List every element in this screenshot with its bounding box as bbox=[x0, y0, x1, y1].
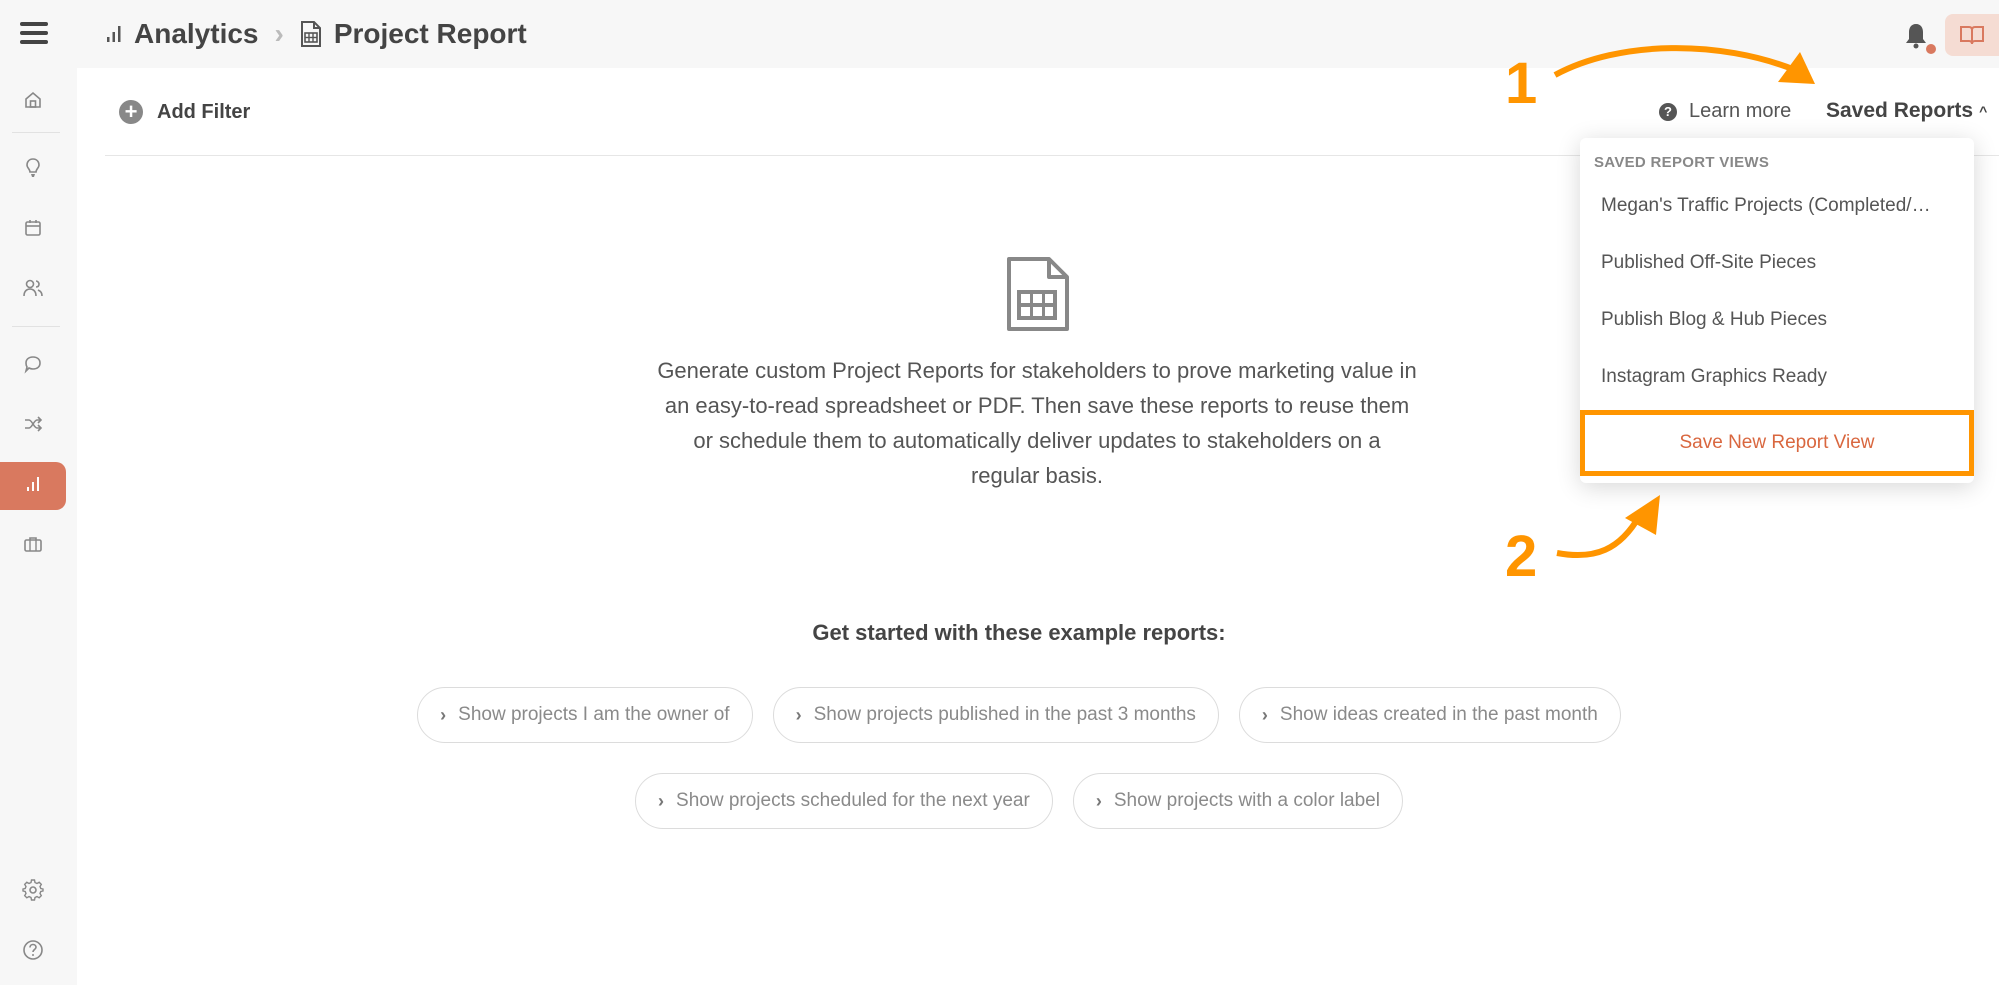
chevron-right-icon: › bbox=[795, 704, 802, 725]
home-icon bbox=[23, 90, 43, 115]
sidebar-item-help[interactable] bbox=[0, 928, 66, 976]
sidebar-item-portfolio[interactable] bbox=[0, 522, 66, 570]
sidebar-item-ideas[interactable] bbox=[0, 146, 66, 194]
chevron-right-icon: › bbox=[1261, 704, 1268, 725]
sidebar-item-analytics[interactable] bbox=[0, 462, 66, 510]
annotation-step-1: 1 bbox=[1505, 51, 1538, 116]
saved-report-item[interactable]: Instagram Graphics Ready bbox=[1580, 352, 1974, 402]
plus-circle-icon: + bbox=[119, 100, 143, 124]
example-report-chip[interactable]: › Show projects published in the past 3 m… bbox=[772, 687, 1219, 743]
learn-more-link[interactable]: ? Learn more bbox=[1659, 100, 1791, 123]
top-bar: Analytics › Project Report bbox=[0, 0, 1999, 68]
sidebar-item-comments[interactable] bbox=[0, 342, 66, 390]
saved-report-item[interactable]: Megan's Traffic Projects (Completed/… bbox=[1580, 181, 1974, 231]
example-report-chip[interactable]: › Show ideas created in the past month bbox=[1238, 687, 1621, 743]
spreadsheet-icon bbox=[1005, 256, 1071, 337]
users-icon bbox=[22, 278, 44, 303]
breadcrumb-project-report: Project Report bbox=[333, 18, 527, 49]
breadcrumb-analytics[interactable]: Analytics bbox=[134, 18, 259, 50]
chevron-right-icon: › bbox=[1095, 790, 1102, 811]
book-icon[interactable] bbox=[1945, 14, 1999, 56]
save-new-report-view-button[interactable]: Save New Report View bbox=[1580, 410, 1974, 476]
sidebar-item-settings[interactable] bbox=[0, 868, 66, 916]
sidebar-item-calendar[interactable] bbox=[0, 206, 66, 254]
example-reports-row-1: › Show projects I am the owner of › Show p… bbox=[77, 687, 1961, 743]
add-filter-button[interactable]: + Add Filter bbox=[119, 100, 250, 124]
chip-label: Show projects with a color label bbox=[1113, 790, 1380, 811]
saved-reports-button[interactable]: Saved Reports ^ bbox=[1826, 99, 1987, 123]
sidebar-divider bbox=[12, 326, 60, 327]
chat-icon bbox=[23, 354, 43, 379]
example-report-chip[interactable]: › Show projects I am the owner of bbox=[417, 687, 753, 743]
example-reports-row-2: › Show projects scheduled for the next ye… bbox=[77, 773, 1961, 829]
dropdown-header: SAVED REPORT VIEWS bbox=[1594, 154, 1770, 171]
sidebar-item-home[interactable] bbox=[0, 78, 66, 126]
bar-chart-icon bbox=[106, 25, 122, 43]
chip-label: Show ideas created in the past month bbox=[1279, 704, 1598, 725]
saved-reports-dropdown: SAVED REPORT VIEWS Megan's Traffic Proje… bbox=[1580, 138, 1974, 483]
chevron-up-icon: ^ bbox=[1979, 103, 1988, 119]
spreadsheet-icon bbox=[300, 21, 322, 47]
sidebar-divider bbox=[12, 132, 60, 133]
learn-more-label: Learn more bbox=[1689, 100, 1792, 122]
sidebar-item-workflows[interactable] bbox=[0, 402, 66, 450]
annotation-step-2: 2 bbox=[1505, 524, 1538, 589]
app: Analytics › Project Report + Add Filter … bbox=[0, 0, 1999, 985]
saved-report-item[interactable]: Published Off-Site Pieces bbox=[1580, 238, 1974, 288]
sidebar bbox=[0, 68, 76, 985]
breadcrumb-separator: › bbox=[274, 18, 284, 49]
gear-icon bbox=[22, 878, 44, 906]
lightbulb-icon bbox=[24, 157, 42, 184]
example-report-chip[interactable]: › Show projects scheduled for the next ye… bbox=[635, 773, 1053, 829]
sidebar-item-people[interactable] bbox=[0, 266, 66, 314]
chip-label: Show projects I am the owner of bbox=[458, 704, 730, 725]
hamburger-icon[interactable] bbox=[20, 22, 48, 44]
help-icon bbox=[22, 939, 44, 966]
bar-chart-icon bbox=[26, 476, 40, 497]
notification-badge bbox=[1926, 44, 1936, 54]
example-report-chip[interactable]: › Show projects with a color label bbox=[1072, 773, 1403, 829]
saved-report-item[interactable]: Publish Blog & Hub Pieces bbox=[1580, 295, 1974, 345]
chevron-right-icon: › bbox=[658, 790, 665, 811]
breadcrumb: Analytics › Project Report bbox=[106, 14, 527, 54]
add-filter-label: Add Filter bbox=[157, 100, 251, 123]
calendar-icon bbox=[23, 218, 43, 243]
chip-label: Show projects scheduled for the next yea… bbox=[676, 790, 1030, 811]
examples-title: Get started with these example reports: bbox=[812, 620, 1226, 645]
question-icon: ? bbox=[1659, 102, 1677, 121]
chevron-right-icon: › bbox=[440, 704, 447, 725]
briefcase-icon bbox=[23, 535, 43, 558]
chip-label: Show projects published in the past 3 mo… bbox=[813, 704, 1196, 725]
shuffle-icon bbox=[23, 415, 43, 438]
saved-reports-label: Saved Reports bbox=[1826, 99, 1974, 122]
empty-state-description: Generate custom Project Reports for stak… bbox=[657, 358, 1417, 488]
